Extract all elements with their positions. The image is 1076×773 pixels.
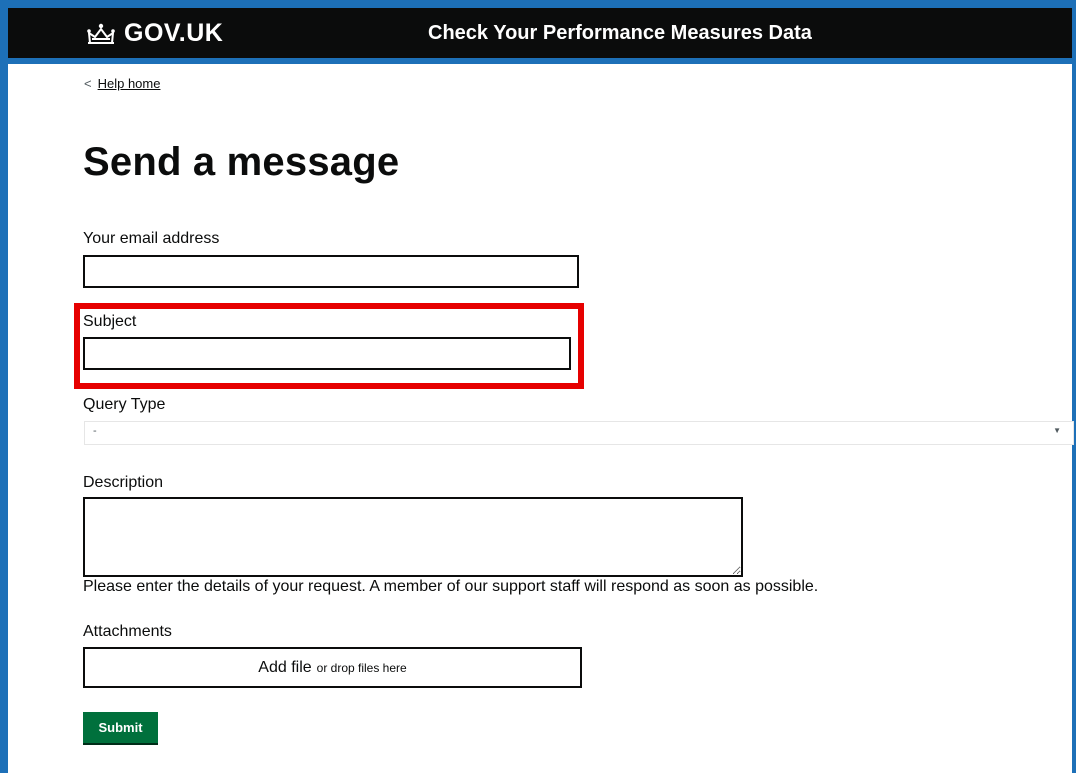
crown-icon bbox=[87, 23, 115, 44]
header-stripe bbox=[8, 58, 1072, 64]
query-type-selected-value: - bbox=[93, 425, 97, 437]
query-type-select[interactable]: - ▼ bbox=[84, 421, 1074, 445]
subject-label: Subject bbox=[83, 313, 137, 330]
query-type-label: Query Type bbox=[83, 396, 166, 413]
site-header: GOV.UK Check Your Performance Measures D… bbox=[8, 8, 1072, 58]
add-file-label: Add file bbox=[258, 658, 312, 676]
subject-field[interactable] bbox=[83, 337, 571, 370]
drop-files-hint: or drop files here bbox=[316, 660, 407, 675]
attachment-dropzone[interactable]: Add file or drop files here bbox=[83, 647, 582, 688]
service-name[interactable]: Check Your Performance Measures Data bbox=[428, 22, 812, 45]
attachments-label: Attachments bbox=[83, 623, 172, 640]
email-label: Your email address bbox=[83, 230, 220, 247]
chevron-down-icon: ▼ bbox=[1053, 426, 1061, 435]
email-field[interactable] bbox=[83, 255, 579, 288]
chevron-left-icon: < bbox=[84, 76, 92, 91]
logo-text: GOV.UK bbox=[124, 19, 224, 47]
back-link-label: Help home bbox=[97, 76, 161, 91]
page-title: Send a message bbox=[83, 140, 400, 184]
submit-button[interactable]: Submit bbox=[83, 712, 158, 745]
description-textarea[interactable] bbox=[83, 497, 743, 577]
govuk-logo-link[interactable]: GOV.UK bbox=[84, 19, 223, 48]
back-link[interactable]: < Help home bbox=[84, 76, 160, 91]
description-label: Description bbox=[83, 474, 164, 491]
description-hint: Please enter the details of your request… bbox=[83, 578, 819, 595]
